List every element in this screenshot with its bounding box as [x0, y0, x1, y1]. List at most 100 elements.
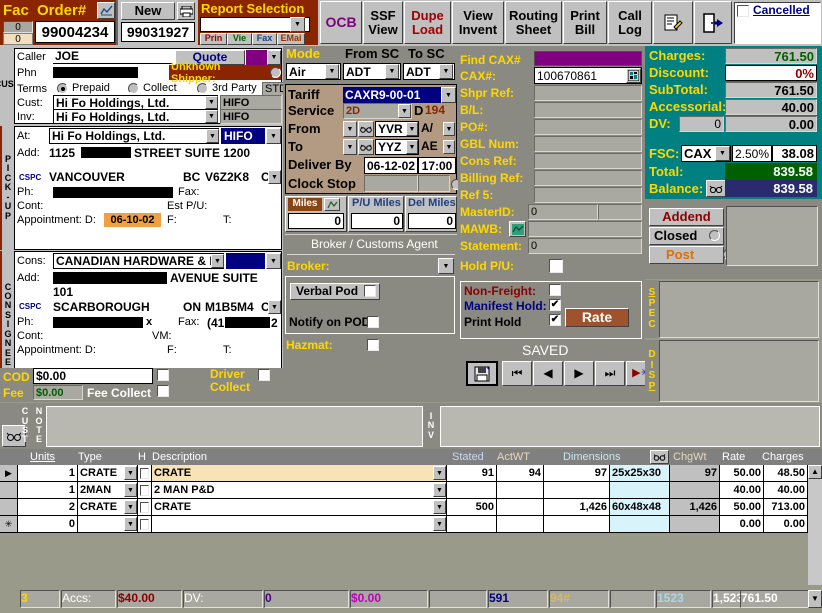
po-input[interactable] [534, 119, 642, 135]
find-cax-input[interactable] [534, 51, 642, 66]
pickup-prov[interactable]: BC [183, 170, 200, 184]
to-airport-dropdown[interactable] [406, 140, 418, 154]
nav-first-button[interactable]: ⏮ [502, 361, 532, 386]
to-type-dropdown[interactable] [343, 139, 357, 155]
gbl-input[interactable] [534, 136, 642, 152]
mode-dropdown[interactable] [325, 64, 339, 79]
cell-desc[interactable]: 2 MAN P&D [152, 482, 447, 499]
cell-desc[interactable]: CRATE [152, 499, 447, 516]
fsc-dropdown[interactable] [715, 146, 730, 161]
cell-type[interactable]: 2MAN [78, 482, 138, 499]
cell-chgwt[interactable]: 1,426 [670, 499, 720, 516]
pickup-postal[interactable]: V6Z2K8 [205, 170, 249, 184]
row-selector[interactable]: ▶ [0, 465, 18, 482]
cons-ref-input[interactable] [534, 153, 642, 169]
hazmat-checkbox[interactable] [367, 339, 379, 351]
scroll-up-button[interactable]: ▲ [808, 465, 822, 479]
notify-on-pod-checkbox[interactable] [367, 316, 379, 328]
clock-stop-date[interactable] [364, 175, 418, 192]
col-header-type[interactable]: Type [78, 449, 102, 465]
broker-dropdown[interactable] [438, 258, 454, 274]
unknown-shipper-radio[interactable] [270, 67, 281, 78]
inv-input[interactable]: Hi Fo Holdings, Ltd. [53, 109, 218, 124]
cell-h[interactable] [138, 482, 152, 499]
cell-actwt[interactable]: 94 [497, 465, 544, 482]
pickup-ph-redacted[interactable] [53, 187, 173, 198]
cell-rate[interactable]: 0.00 [720, 516, 764, 533]
cell-type-dropdown[interactable] [124, 466, 137, 480]
to-suffix-dropdown[interactable] [443, 140, 455, 154]
cell-stated[interactable] [447, 482, 497, 499]
to-glasses-icon[interactable] [358, 139, 374, 155]
cell-stated[interactable] [447, 516, 497, 533]
pickup-city[interactable]: VANCOUVER [49, 170, 125, 184]
cons-prov[interactable]: ON [183, 300, 201, 314]
dv-qty[interactable]: 0 [679, 116, 724, 132]
non-freight-checkbox[interactable] [549, 284, 561, 296]
report-print-button[interactable]: Prin [200, 33, 227, 45]
cell-desc-dropdown[interactable] [433, 500, 446, 514]
quote-dropdown[interactable] [267, 50, 281, 65]
cust-input[interactable]: Hi Fo Holdings, Ltd. [53, 95, 218, 110]
statement-input[interactable]: 0 [528, 238, 642, 254]
inv-note-input[interactable] [440, 406, 820, 447]
cell-units[interactable]: 0 [18, 516, 78, 533]
cell-units[interactable]: 2 [18, 499, 78, 516]
shpr-ref-input[interactable] [534, 85, 642, 101]
cell-cube[interactable]: 97 [544, 465, 610, 482]
col-header-dimensions[interactable]: Dimensions [563, 449, 620, 465]
phn-value-redacted[interactable] [53, 67, 138, 78]
ref5-input[interactable] [534, 187, 642, 203]
terms-collect-option[interactable]: Collect [128, 82, 177, 94]
cell-desc-dropdown[interactable] [433, 517, 446, 531]
fac-value-2[interactable]: 0 [3, 33, 33, 45]
cell-actwt[interactable] [497, 516, 544, 533]
pickup-at-code[interactable]: HIFO [221, 128, 265, 144]
cell-type-dropdown[interactable] [124, 500, 137, 514]
cell-h[interactable] [138, 465, 152, 482]
cons-ph-redacted[interactable] [53, 317, 143, 328]
row-hazmat-checkbox[interactable] [140, 501, 149, 513]
cax-lookup-icon[interactable] [626, 68, 641, 83]
bl-input[interactable] [534, 102, 642, 118]
cell-h[interactable] [138, 516, 152, 533]
cust-note-input[interactable] [46, 406, 423, 447]
from-sc-dropdown[interactable] [385, 64, 399, 79]
col-header-charges[interactable]: Charges [762, 449, 804, 465]
hold-pu-checkbox[interactable] [549, 259, 563, 273]
cell-charges[interactable]: 0.00 [764, 516, 808, 533]
post-toggle[interactable]: Post [649, 246, 724, 264]
col-header-actwt[interactable]: ActWT [497, 449, 530, 465]
col-header-description[interactable]: Description [152, 449, 207, 465]
cons-dropdown[interactable] [211, 254, 224, 268]
cons-city[interactable]: SCARBOROUGH [53, 300, 150, 314]
mawb-icon[interactable] [509, 221, 526, 237]
terms-3rdparty-option[interactable]: 3rd Party [197, 82, 257, 94]
save-button[interactable] [466, 361, 498, 386]
cons-code-dropdown[interactable] [266, 253, 281, 269]
terms-collect-radio[interactable] [128, 82, 139, 94]
deliver-by-date[interactable]: 06-12-02 [364, 157, 418, 174]
from-airport-dropdown[interactable] [406, 122, 418, 136]
cell-type[interactable]: CRATE [78, 499, 138, 516]
cons-input[interactable]: CANADIAN HARDWARE & H [53, 253, 224, 269]
from-suffix-dropdown[interactable] [443, 122, 455, 136]
disp-box[interactable] [659, 340, 819, 402]
tariff-input[interactable]: CAXR9-00-01 [343, 87, 441, 103]
cod-input[interactable]: $0.00 [33, 368, 153, 384]
report-selection-dropdown[interactable] [290, 17, 305, 32]
cell-h[interactable] [138, 499, 152, 516]
billing-ref-input[interactable] [534, 170, 642, 186]
cons-country-dropdown[interactable] [268, 300, 281, 314]
call-log-button[interactable]: Call Log [608, 1, 652, 44]
driver-collect-checkbox[interactable] [258, 369, 270, 381]
inv-dropdown[interactable] [205, 110, 218, 123]
discount-input[interactable]: 0% [725, 65, 817, 81]
dimensions-glasses-icon[interactable] [650, 450, 669, 464]
cell-desc[interactable]: CRATE [152, 465, 447, 482]
exit-door-icon[interactable] [694, 1, 732, 44]
cell-charges[interactable]: 40.00 [764, 482, 808, 499]
row-selector[interactable] [0, 499, 18, 516]
routing-sheet-button[interactable]: Routing Sheet [505, 1, 562, 44]
cell-cube[interactable] [544, 516, 610, 533]
